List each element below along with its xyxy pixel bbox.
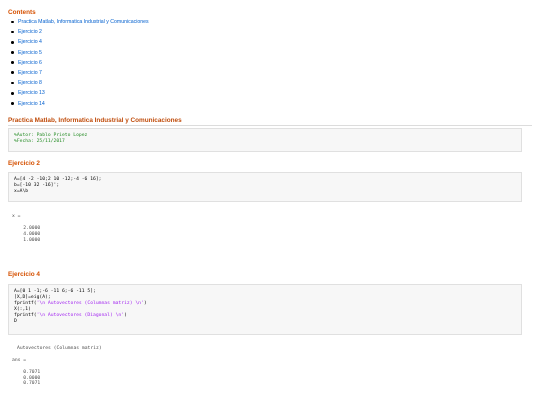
bullet-icon	[11, 71, 14, 75]
output-label: x =	[12, 214, 21, 219]
toc-link-ejercicio-7[interactable]: Ejercicio 7	[18, 70, 42, 76]
toc-item: Practica Matlab, Informatica Industrial …	[9, 19, 149, 29]
section-divider	[8, 125, 532, 126]
code-comment-date: %Fecha: 25/11/2017	[14, 138, 65, 144]
toc-item: Ejercicio 5	[9, 50, 149, 60]
code-line: X(:,1)	[14, 306, 31, 312]
ejercicio-4-output: Autovectores (Columnas matriz) ans = 0.7…	[12, 346, 102, 387]
output-value: 0.0000	[23, 375, 41, 381]
bullet-icon	[11, 30, 14, 34]
code-line: b=[-10 32 -16]';	[14, 182, 60, 188]
toc-link-ejercicio-13[interactable]: Ejercicio 13	[18, 90, 45, 96]
code-string: '\n Autovectores (Diagonal) \n'	[36, 312, 125, 318]
code-fn-end: )	[143, 300, 147, 306]
output-value: 0.7071	[23, 381, 41, 387]
bullet-icon	[11, 81, 14, 85]
header-code-block: %Autor: Pablo Prieto Lopez %Fecha: 25/11…	[8, 128, 522, 152]
toc-item: Ejercicio 7	[9, 70, 149, 80]
code-line: [X,D]=eig(A);	[14, 294, 51, 300]
bullet-icon	[11, 51, 14, 54]
ejercicio-4-heading: Ejercicio 4	[8, 271, 40, 278]
toc-link-ejercicio-8[interactable]: Ejercicio 8	[18, 80, 42, 86]
table-of-contents: Practica Matlab, Informatica Industrial …	[9, 19, 149, 111]
output-value: 4.0000	[23, 231, 41, 237]
section-title: Practica Matlab, Informatica Industrial …	[8, 117, 182, 124]
code-string: '\n Autovectores (Columnas matriz) \n'	[36, 300, 144, 306]
output-value: 2.0000	[23, 225, 41, 231]
output-value: 1.0000	[23, 237, 41, 243]
code-fn: fprintf(	[14, 300, 37, 306]
ejercicio-4-code-block: A=[0 1 -1;-6 -11 6;-6 -11 5]; [X,D]=eig(…	[8, 284, 522, 335]
bullet-icon	[11, 61, 14, 65]
toc-item: Ejercicio 13	[9, 90, 149, 100]
toc-link-practica[interactable]: Practica Matlab, Informatica Industrial …	[18, 19, 149, 25]
bullet-icon	[11, 40, 14, 44]
toc-item: Ejercicio 6	[9, 60, 149, 70]
bullet-icon	[11, 91, 14, 95]
code-line: x=A\b	[14, 188, 29, 194]
toc-link-ejercicio-4[interactable]: Ejercicio 4	[18, 39, 42, 45]
code-fn: fprintf(	[14, 312, 37, 318]
published-report: Contents Practica Matlab, Informatica In…	[0, 0, 540, 405]
code-line: D	[14, 318, 17, 324]
toc-link-ejercicio-5[interactable]: Ejercicio 5	[18, 50, 42, 56]
bullet-icon	[11, 20, 14, 24]
contents-heading: Contents	[8, 9, 36, 16]
bullet-icon	[11, 102, 14, 105]
output-value: 0.7071	[23, 369, 41, 375]
toc-link-ejercicio-14[interactable]: Ejercicio 14	[18, 101, 45, 107]
toc-item: Ejercicio 4	[9, 39, 149, 49]
output-label: ans =	[12, 357, 27, 363]
toc-item: Ejercicio 14	[9, 101, 149, 111]
ejercicio-2-heading: Ejercicio 2	[8, 160, 40, 167]
ejercicio-2-code-block: A=[4 -2 -10;2 10 -12;-4 -6 16]; b=[-10 3…	[8, 172, 522, 202]
code-comment-author: %Autor: Pablo Prieto Lopez	[14, 133, 88, 138]
ejercicio-2-output: x = 2.0000 4.0000 1.0000	[12, 214, 40, 244]
output-heading: Autovectores (Columnas matriz)	[17, 346, 102, 351]
toc-item: Ejercicio 2	[9, 29, 149, 39]
code-fn-end: )	[124, 312, 127, 318]
toc-item: Ejercicio 8	[9, 80, 149, 90]
code-line: A=[0 1 -1;-6 -11 6;-6 -11 5];	[14, 289, 96, 294]
toc-link-ejercicio-2[interactable]: Ejercicio 2	[18, 29, 42, 35]
code-line: A=[4 -2 -10;2 10 -12;-4 -6 16];	[14, 177, 102, 182]
toc-link-ejercicio-6[interactable]: Ejercicio 6	[18, 60, 42, 66]
